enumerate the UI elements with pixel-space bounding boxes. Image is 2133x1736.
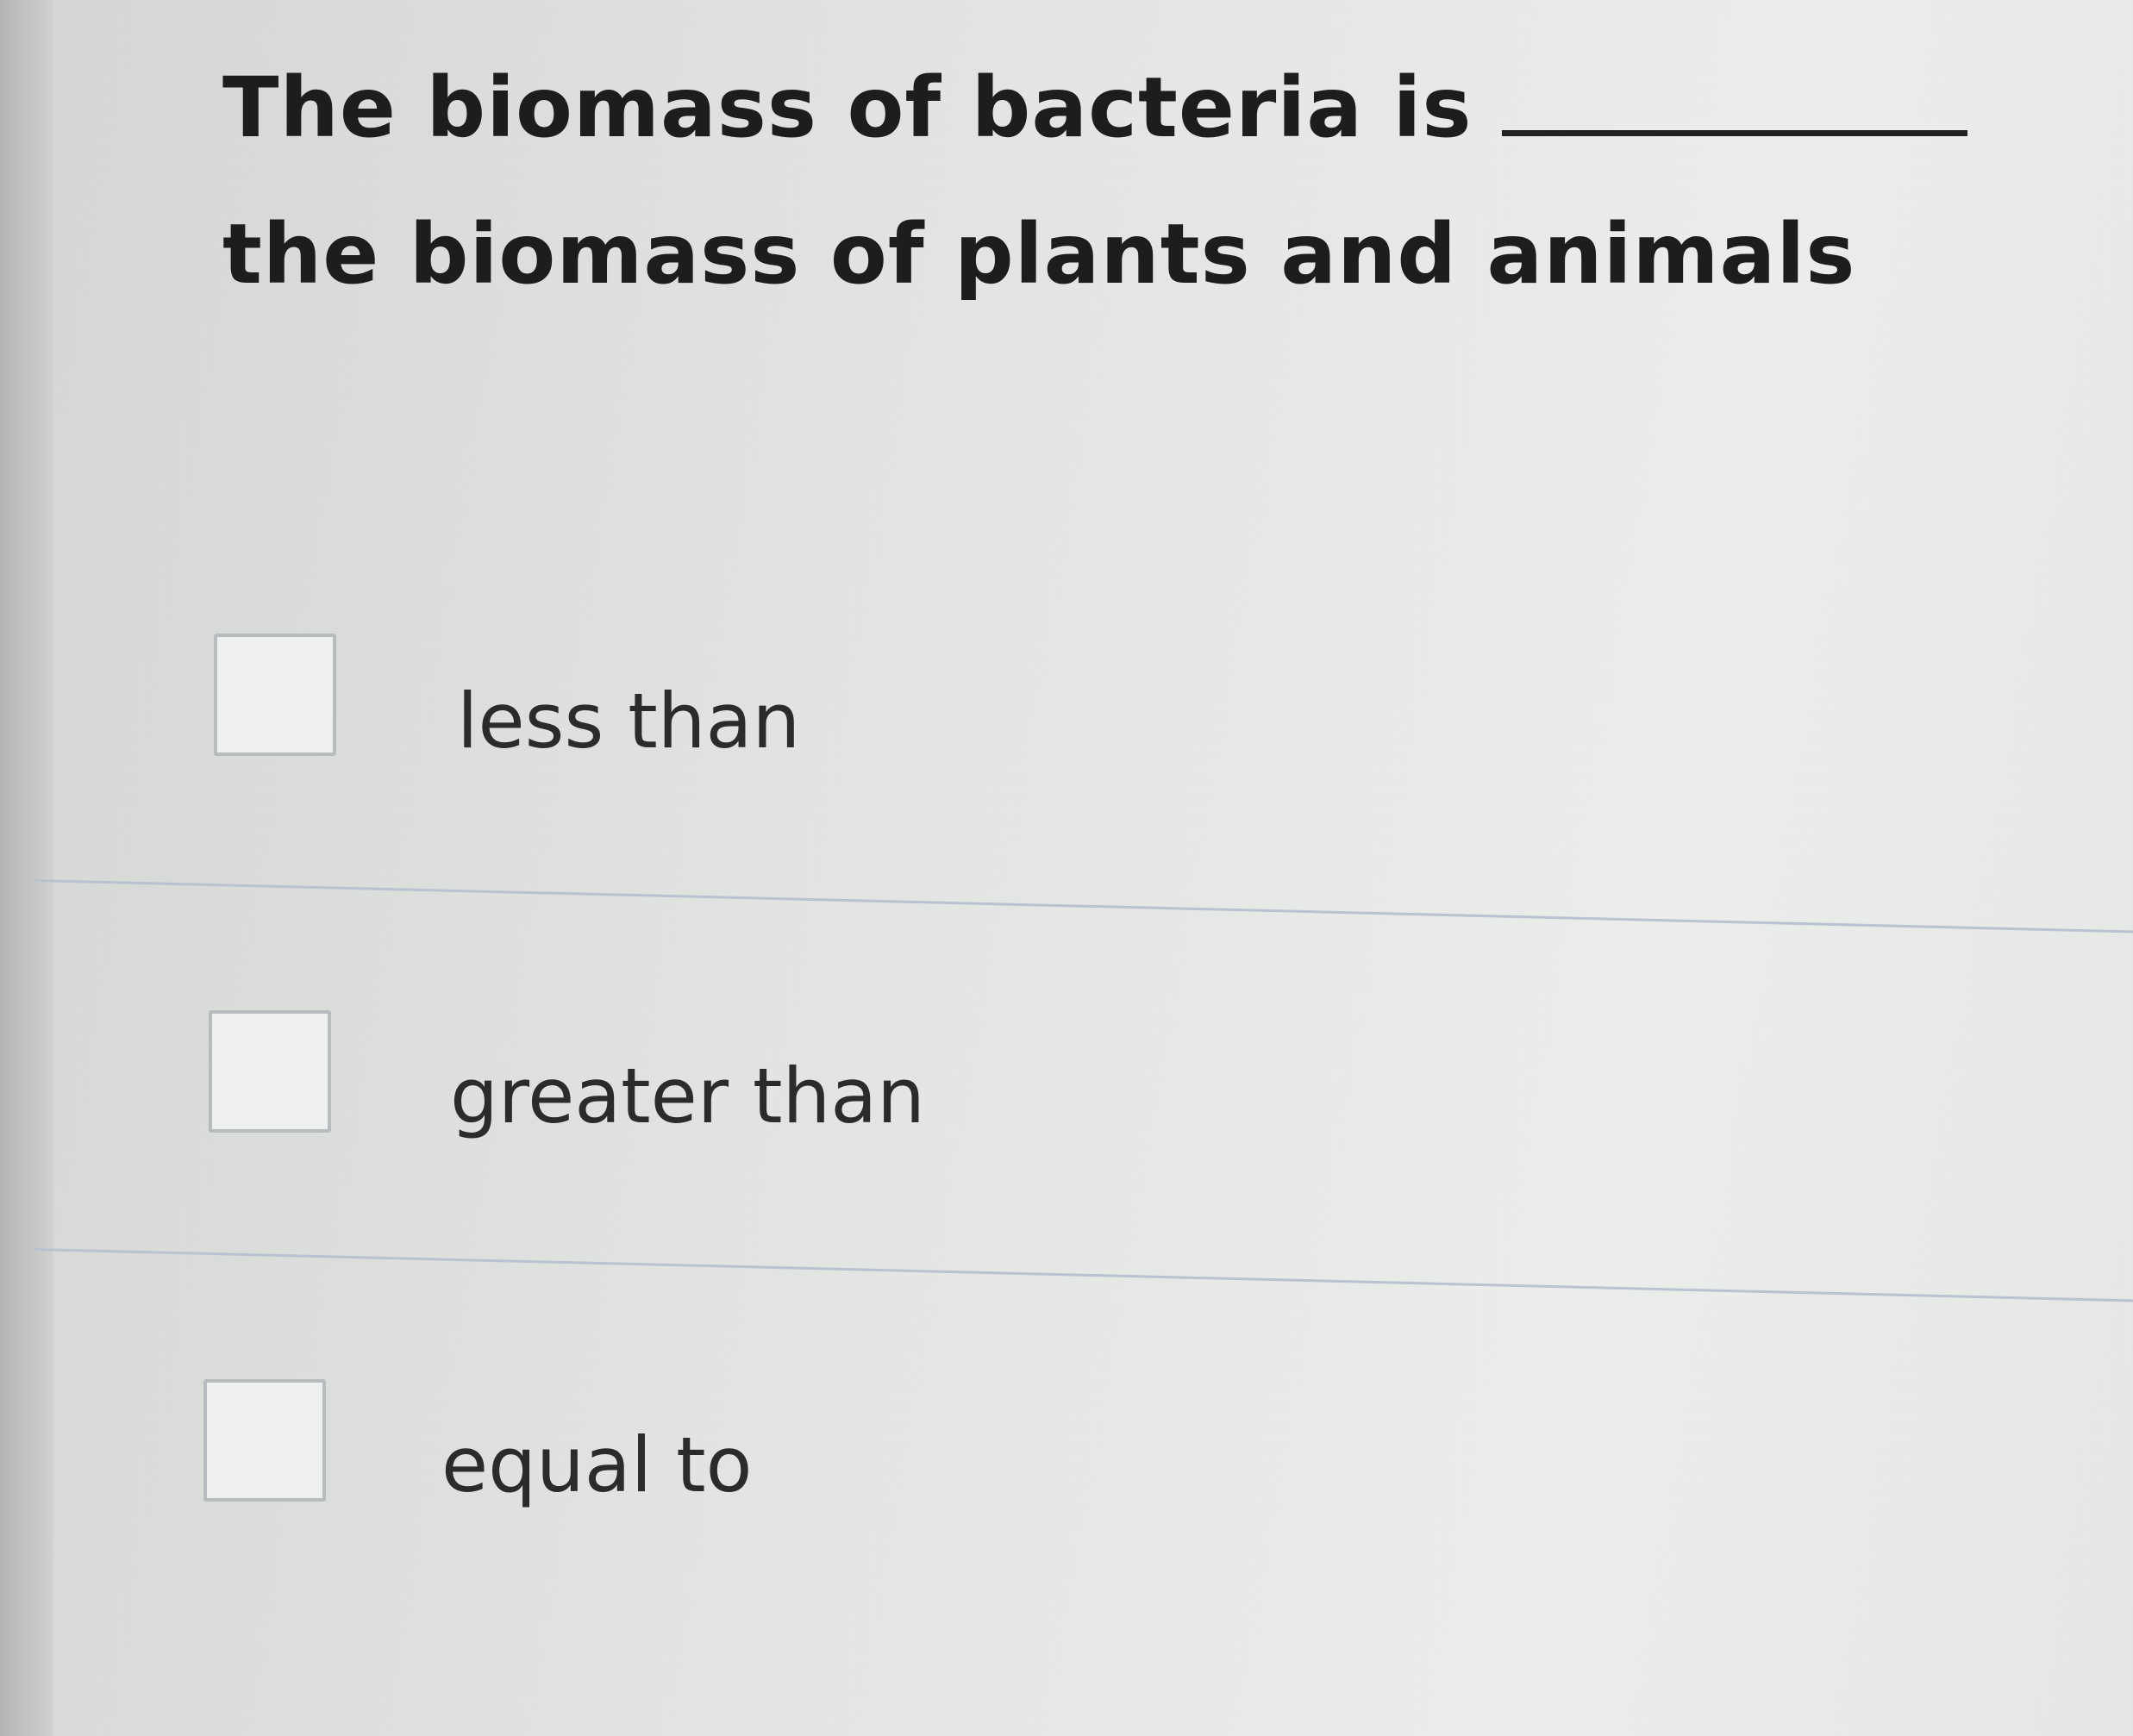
option-divider [34, 879, 2133, 934]
question-prompt: The biomass of bacteria is the biomass of… [222, 34, 2033, 328]
checkbox[interactable] [203, 1379, 326, 1502]
option-less-than[interactable]: less than [0, 634, 2133, 806]
option-greater-than[interactable]: greater than [0, 1010, 2133, 1183]
option-label: less than [457, 677, 801, 765]
option-divider [34, 1248, 2133, 1303]
question-text-end: the biomass of plants and animals [222, 206, 1856, 303]
option-label: greater than [450, 1052, 925, 1140]
question-text-start: The biomass of bacteria is [222, 59, 1473, 156]
option-equal-to[interactable]: equal to [0, 1379, 2133, 1552]
option-label: equal to [441, 1421, 753, 1509]
checkbox[interactable] [214, 634, 336, 756]
checkbox[interactable] [209, 1010, 331, 1133]
fill-in-blank [1501, 47, 1967, 136]
